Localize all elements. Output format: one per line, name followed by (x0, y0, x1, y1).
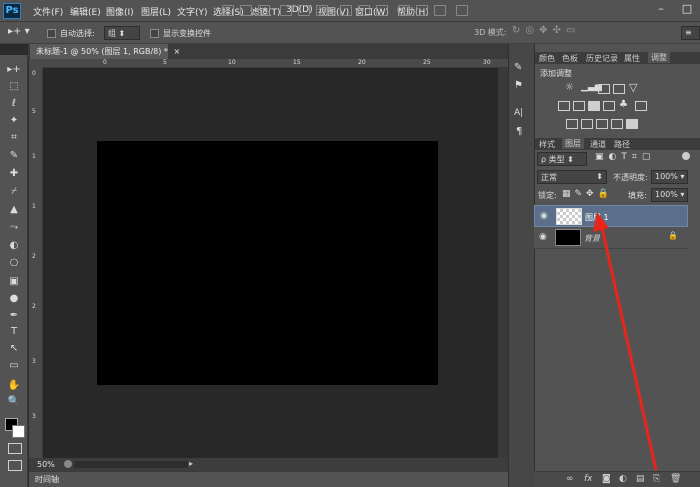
annotation-arrow-icon (593, 212, 658, 471)
